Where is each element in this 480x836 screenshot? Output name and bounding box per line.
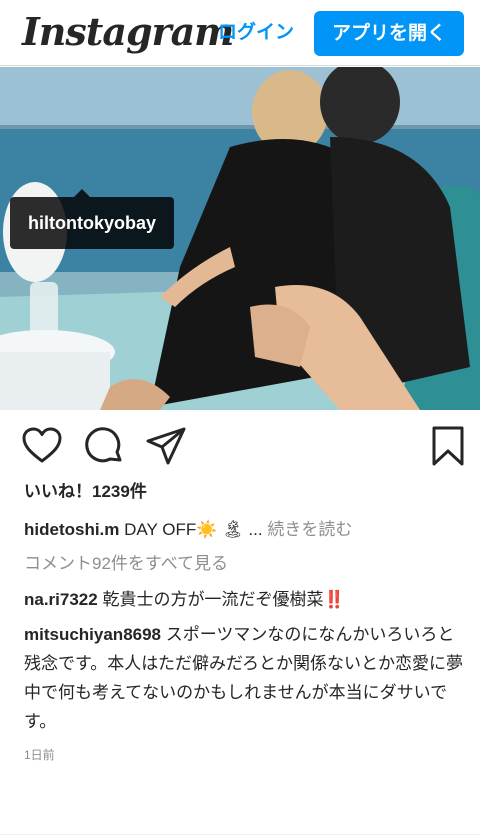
post-timestamp[interactable]: 1日前 (24, 746, 55, 764)
view-all-comments-link[interactable]: コメント92件をすべて見る (24, 552, 228, 576)
post-photo[interactable]: hiltontokyobay (0, 67, 480, 410)
divider (0, 834, 480, 835)
login-link[interactable]: ログイン (218, 20, 294, 46)
comment-username[interactable]: mitsuchiyan8698 (24, 625, 161, 644)
instagram-logo[interactable]: Instagram (22, 6, 234, 58)
share-icon[interactable] (144, 424, 188, 468)
comment-username[interactable]: na.ri7322 (24, 590, 98, 609)
bookmark-icon[interactable] (426, 424, 470, 468)
heart-icon[interactable] (20, 424, 64, 468)
comment-icon[interactable] (82, 424, 126, 468)
caption-username[interactable]: hidetoshi.m (24, 520, 119, 539)
caption-text: DAY OFF☀️ 🏝 ... (124, 520, 263, 539)
post-actions (0, 420, 480, 470)
post-caption: hidetoshi.m DAY OFF☀️ 🏝 ... 続きを読む (24, 518, 464, 542)
double-exclamation-emoji: ‼️ (323, 590, 345, 609)
like-count[interactable]: いいね！1239件 (24, 480, 147, 504)
comment-item: na.ri7322 乾貴士の方が一流だぞ優樹菜‼️ (24, 585, 464, 614)
tagged-account-bubble[interactable]: hiltontokyobay (10, 189, 175, 249)
comment-item: mitsuchiyan8698 スポーツマンなのになんかいろいろと残念です。本人… (24, 620, 464, 736)
open-app-button[interactable]: アプリを開く (314, 11, 464, 56)
top-header: Instagram ログイン アプリを開く (0, 0, 480, 66)
comment-text: 乾貴士の方が一流だぞ優樹菜 (102, 590, 324, 609)
read-more-link[interactable]: 続きを読む (267, 520, 352, 539)
